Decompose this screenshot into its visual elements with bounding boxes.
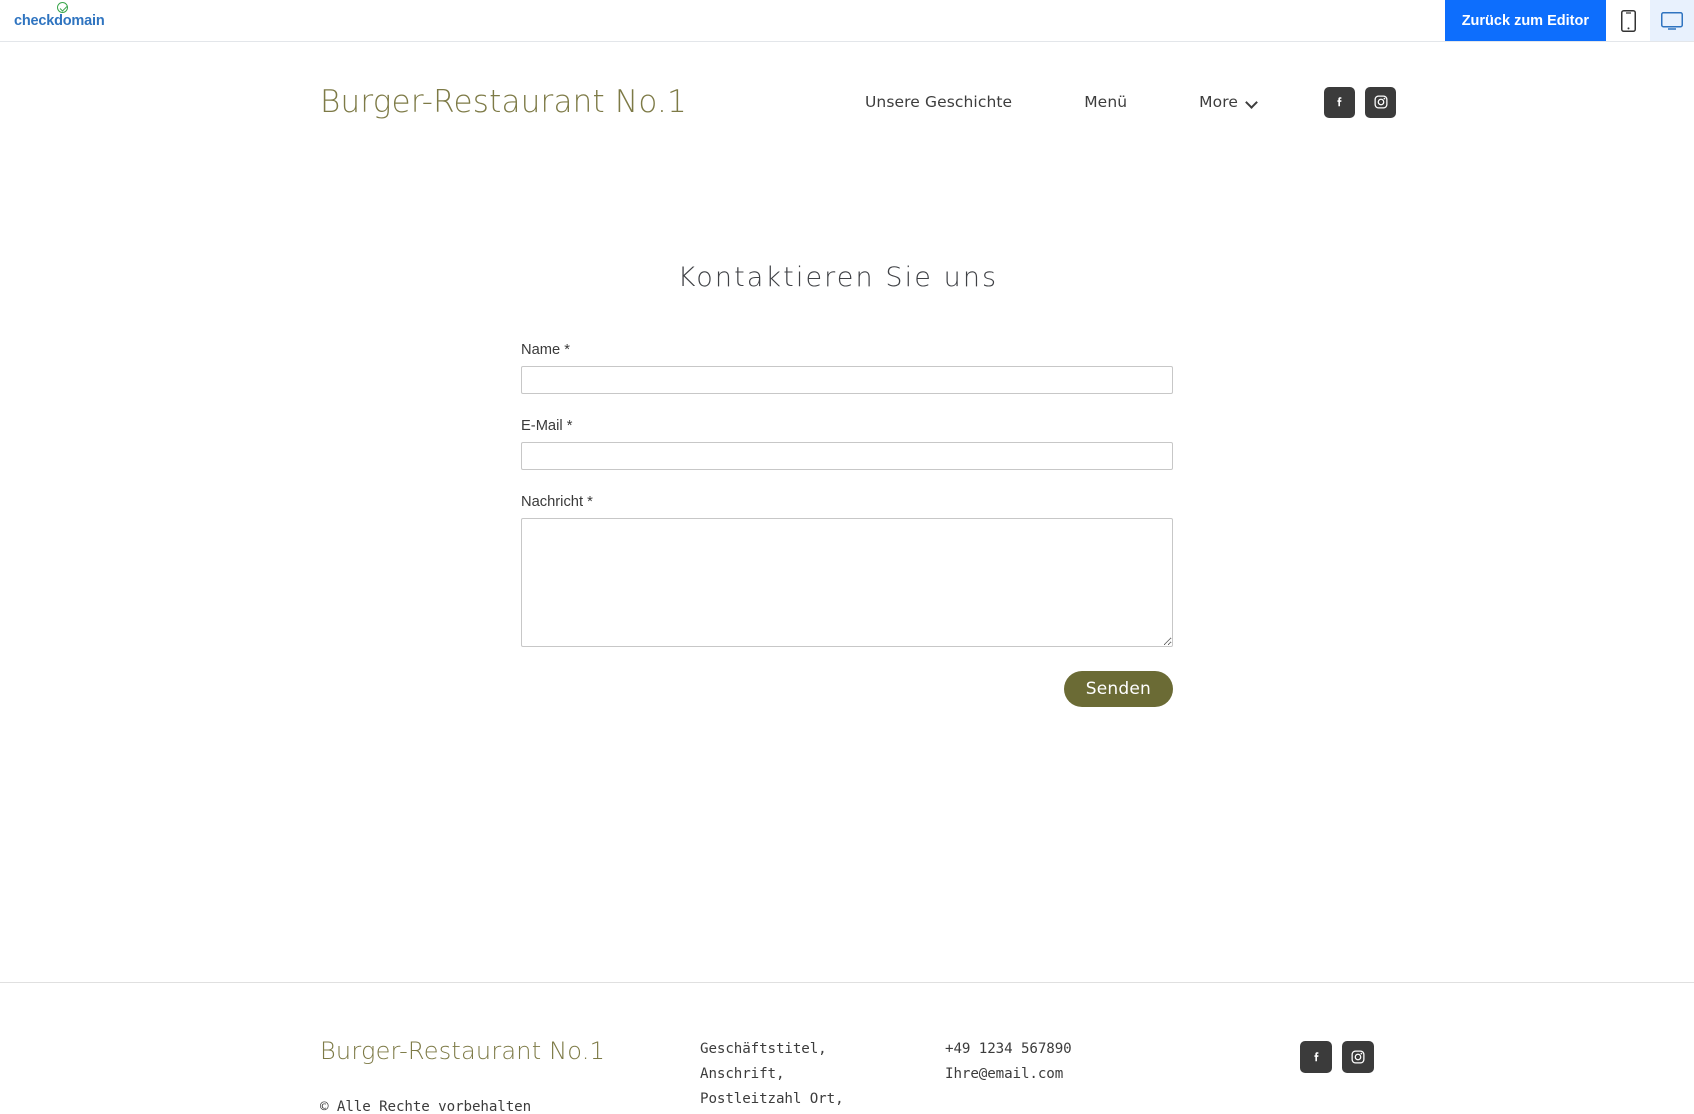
back-to-editor-button[interactable]: Zurück zum Editor	[1444, 0, 1606, 41]
submit-row: Senden	[521, 671, 1173, 707]
footer-inner: Burger-Restaurant No.1 © Alle Rechte vor…	[0, 1037, 1694, 1114]
site-header: Burger-Restaurant No.1 Unsere Geschichte…	[0, 42, 1694, 162]
send-button[interactable]: Senden	[1063, 671, 1173, 707]
field-email: E-Mail *	[521, 418, 1173, 470]
footer-contact-column: +49 1234 567890 Ihre@email.com	[945, 1037, 1245, 1087]
footer-logo[interactable]: Burger-Restaurant No.1	[320, 1037, 700, 1065]
page-title: Kontaktieren Sie uns	[677, 262, 999, 293]
main-content: Kontaktieren Sie uns Name * E-Mail * Nac…	[0, 162, 1694, 982]
name-input[interactable]	[521, 366, 1173, 394]
main-navigation: Unsere Geschichte Menü More	[773, 86, 1694, 118]
instagram-icon	[1374, 95, 1388, 109]
toolbar-actions: Zurück zum Editor	[1444, 0, 1694, 41]
footer-facebook-button[interactable]	[1300, 1041, 1332, 1073]
editor-toolbar: checkdomain Zurück zum Editor	[0, 0, 1694, 42]
header-social-links	[1324, 86, 1396, 118]
field-name: Name *	[521, 342, 1173, 394]
address-line-1: Geschäftstitel,	[700, 1041, 827, 1057]
desktop-monitor-icon	[1661, 11, 1683, 30]
mobile-view-toggle[interactable]	[1606, 0, 1650, 41]
site-logo[interactable]: Burger-Restaurant No.1	[320, 84, 687, 120]
header-facebook-button[interactable]	[1324, 86, 1355, 118]
mobile-phone-icon	[1620, 9, 1636, 32]
contact-form: Name * E-Mail * Nachricht * Senden	[521, 342, 1173, 707]
facebook-icon	[1337, 96, 1342, 106]
nav-item-more[interactable]: More	[1199, 93, 1258, 111]
nav-item-unsere-geschichte[interactable]: Unsere Geschichte	[865, 93, 1012, 111]
nav-item-more-label: More	[1199, 93, 1238, 111]
checkdomain-logo-text: checkdomain	[14, 12, 105, 29]
checkdomain-logo[interactable]: checkdomain	[0, 0, 105, 41]
email-input[interactable]	[521, 442, 1173, 470]
field-name-label: Name *	[521, 342, 570, 358]
footer-address-column: Geschäftstitel, Anschrift, Postleitzahl …	[700, 1037, 945, 1114]
footer-email[interactable]: Ihre@email.com	[945, 1062, 1245, 1087]
field-email-label: E-Mail *	[521, 418, 573, 434]
footer-phone[interactable]: +49 1234 567890	[945, 1037, 1245, 1062]
message-textarea[interactable]	[521, 518, 1173, 647]
site-footer: Burger-Restaurant No.1 © Alle Rechte vor…	[0, 982, 1694, 1114]
chevron-down-icon	[1247, 97, 1258, 108]
nav-item-menu[interactable]: Menü	[1084, 93, 1127, 111]
desktop-view-toggle[interactable]	[1650, 0, 1694, 41]
instagram-icon	[1351, 1050, 1365, 1064]
footer-instagram-button[interactable]	[1342, 1041, 1374, 1073]
header-instagram-button[interactable]	[1365, 86, 1396, 118]
footer-copyright: © Alle Rechte vorbehalten	[320, 1099, 532, 1114]
facebook-icon	[1313, 1051, 1318, 1061]
address-line-3: Postleitzahl Ort,	[700, 1091, 844, 1107]
check-circle-icon	[57, 2, 68, 13]
field-message: Nachricht *	[521, 494, 1173, 647]
field-message-label: Nachricht *	[521, 494, 593, 510]
footer-social-links	[1300, 1037, 1374, 1073]
footer-brand-column: Burger-Restaurant No.1 © Alle Rechte vor…	[320, 1037, 700, 1114]
address-line-2: Anschrift,	[700, 1066, 785, 1082]
